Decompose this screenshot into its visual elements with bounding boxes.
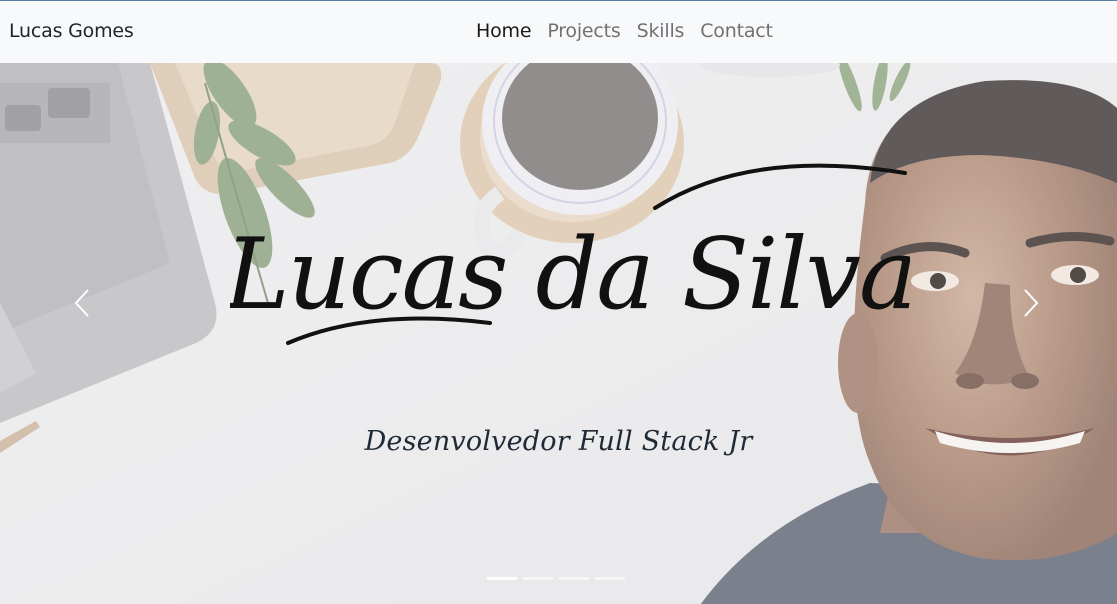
carousel-next-button[interactable] [1011,273,1051,333]
nav-link-contact[interactable]: Contact [692,20,781,42]
carousel-prev-button[interactable] [62,273,102,333]
carousel-indicator-4[interactable] [595,577,625,580]
nav-links: Home Projects Skills Contact [468,20,781,42]
navbar: Lucas Gomes Home Projects Skills Contact [0,1,1117,63]
carousel-indicator-3[interactable] [559,577,589,580]
hero-title-text: Lucas da Silva [230,218,910,332]
carousel-indicators [487,577,625,580]
hero-carousel: Lucas da Silva Desenvolvedor Full Stack … [0,63,1117,604]
chevron-left-icon [74,289,89,317]
carousel-indicator-2[interactable] [523,577,553,580]
hero-title: Lucas da Silva [223,148,917,378]
carousel-indicator-1[interactable] [487,577,517,580]
nav-link-skills[interactable]: Skills [629,20,693,42]
brand-link[interactable]: Lucas Gomes [9,20,134,42]
nav-link-projects[interactable]: Projects [539,20,628,42]
chevron-right-icon [1024,289,1039,317]
page: Lucas Gomes Home Projects Skills Contact [0,0,1117,604]
nav-link-home[interactable]: Home [468,20,539,42]
hero-subtitle: Desenvolvedor Full Stack Jr [364,426,753,457]
